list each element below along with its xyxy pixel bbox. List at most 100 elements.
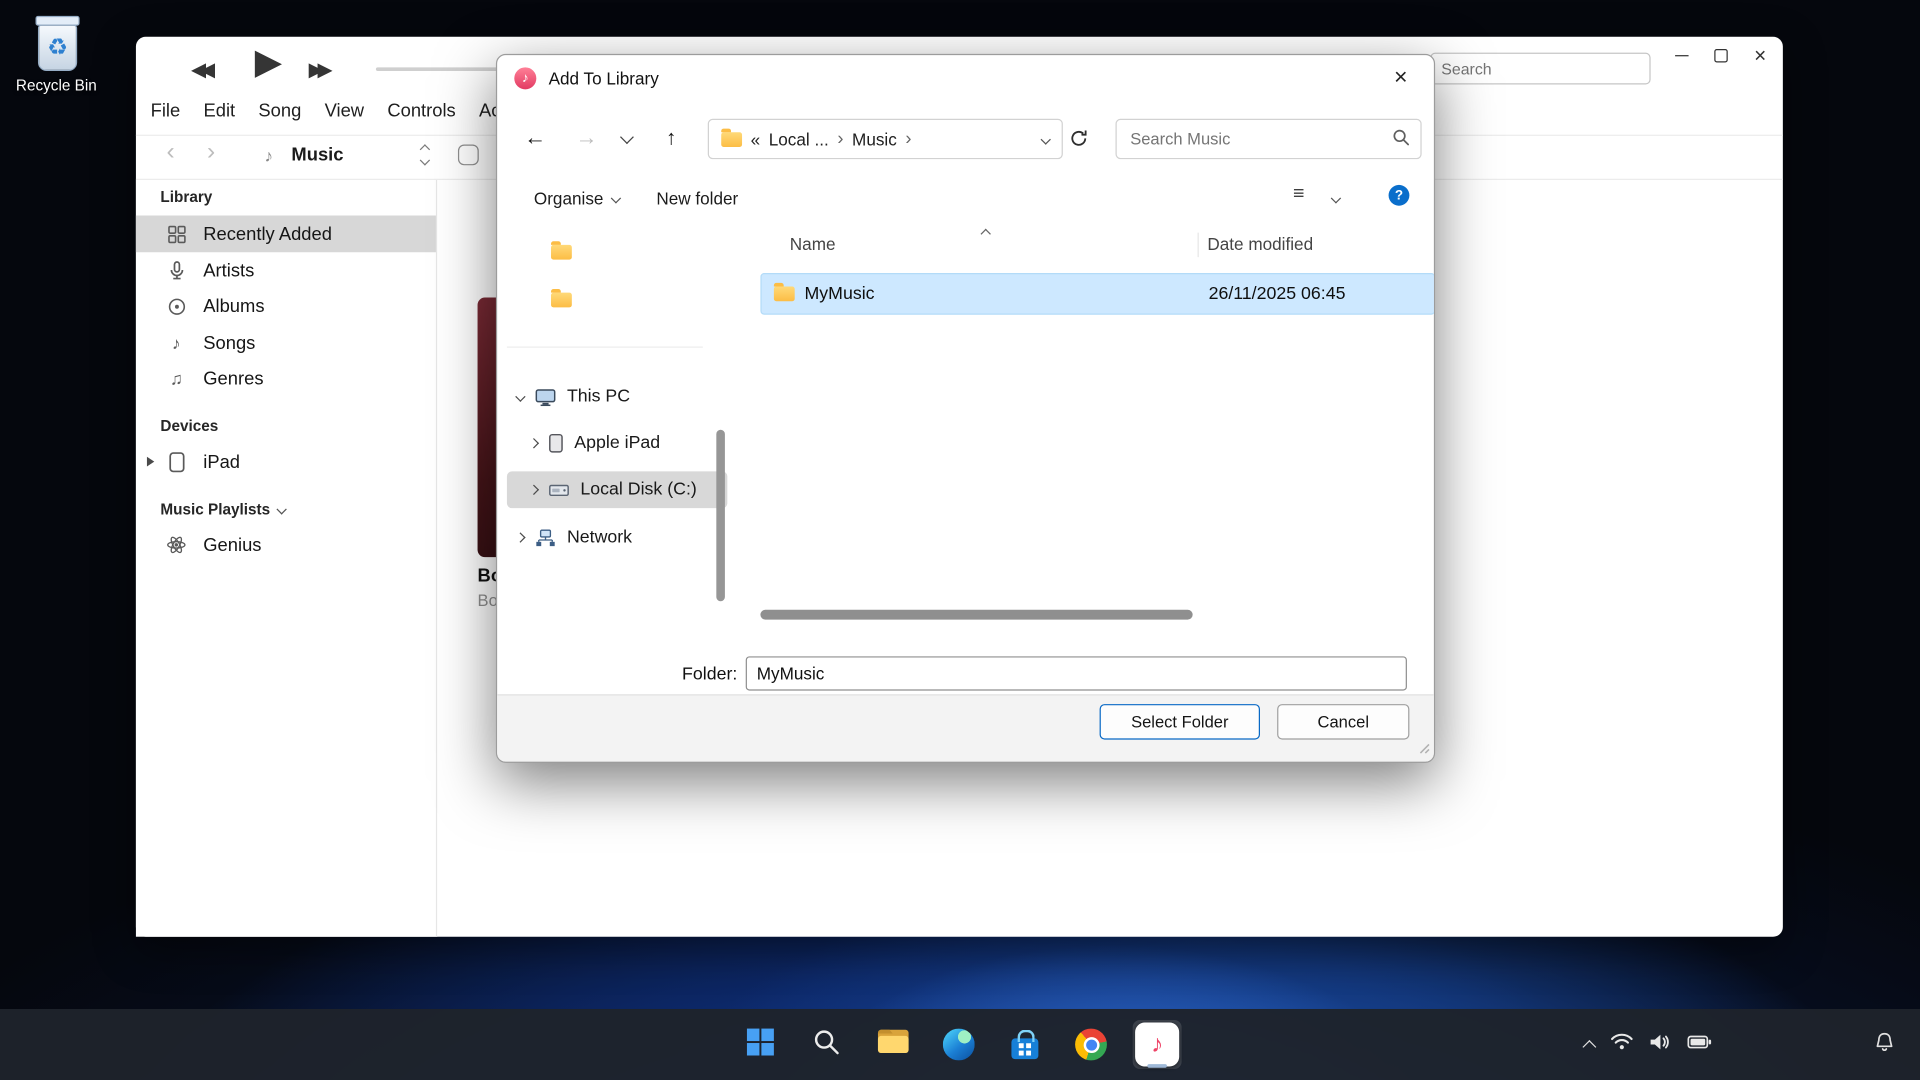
windows-logo-icon xyxy=(746,1027,775,1063)
new-folder-label: New folder xyxy=(656,189,738,209)
sidebar-item-ipad[interactable]: iPad xyxy=(136,443,436,480)
address-bar[interactable]: « Local ... › Music › xyxy=(708,119,1063,159)
playlists-heading: Music Playlists xyxy=(160,501,284,518)
battery-icon[interactable] xyxy=(1687,1033,1711,1055)
dialog-search-box[interactable] xyxy=(1116,119,1422,159)
dialog-search-input[interactable] xyxy=(1128,129,1392,150)
nav-forward-icon[interactable]: › xyxy=(207,138,215,166)
column-header-date-modified[interactable]: Date modified xyxy=(1207,234,1313,254)
itunes-sidebar: Library Recently Added Artists Albums xyxy=(136,180,437,937)
chevron-right-icon[interactable] xyxy=(515,532,525,542)
file-row-mymusic[interactable]: MyMusic 26/11/2025 06:45 xyxy=(760,273,1435,315)
menu-edit[interactable]: Edit xyxy=(203,100,235,121)
menu-view[interactable]: View xyxy=(325,100,364,121)
refresh-icon[interactable] xyxy=(1069,129,1089,152)
file-explorer-icon xyxy=(876,1027,909,1061)
miniplayer-icon[interactable] xyxy=(458,144,479,165)
help-icon[interactable]: ? xyxy=(1389,185,1410,206)
forward-button[interactable]: ▶▶ xyxy=(309,58,333,82)
play-button[interactable]: ▶ xyxy=(255,40,282,83)
tree-item-this-pc[interactable]: This PC xyxy=(497,376,754,418)
system-tray xyxy=(1584,1009,1711,1080)
view-mode-chevron-icon[interactable] xyxy=(1331,193,1341,203)
back-arrow-icon[interactable]: ← xyxy=(524,125,546,151)
dialog-title: Add To Library xyxy=(549,69,659,89)
library-picker[interactable]: Music xyxy=(291,144,343,165)
pinned-folder-item[interactable] xyxy=(497,279,754,321)
sort-ascending-icon[interactable] xyxy=(981,229,991,239)
view-mode-icon[interactable]: ≡ xyxy=(1293,184,1304,206)
tree-vertical-scrollbar[interactable] xyxy=(716,430,725,601)
nav-back-icon[interactable]: ‹ xyxy=(167,138,175,166)
tray-chevron-up-icon[interactable] xyxy=(1582,1039,1596,1053)
resize-grip[interactable] xyxy=(1417,738,1430,758)
menu-controls[interactable]: Controls xyxy=(387,100,455,121)
wifi-icon[interactable] xyxy=(1610,1032,1633,1056)
notification-area[interactable] xyxy=(1873,1009,1895,1080)
recycle-bin-desktop-icon[interactable]: ♻ Recycle Bin xyxy=(10,15,103,95)
pinned-folder-item[interactable] xyxy=(497,231,754,273)
microsoft-store-button[interactable] xyxy=(1000,1020,1049,1069)
search-icon xyxy=(1392,129,1409,150)
volume-icon[interactable] xyxy=(1649,1033,1671,1056)
folder-name-input[interactable] xyxy=(746,656,1407,690)
select-folder-button[interactable]: Select Folder xyxy=(1100,704,1260,740)
new-folder-button[interactable]: New folder xyxy=(656,189,738,209)
chrome-button[interactable] xyxy=(1067,1020,1116,1069)
tree-separator xyxy=(507,347,703,348)
cancel-button[interactable]: Cancel xyxy=(1277,704,1409,740)
dialog-nav-toolbar: ← → ↑ « Local ... › Music › xyxy=(497,102,1434,171)
sidebar-item-albums[interactable]: Albums xyxy=(136,288,436,325)
column-divider[interactable] xyxy=(1198,233,1199,257)
list-header: Name Date modified xyxy=(760,227,1435,264)
folder-field-label: Folder: xyxy=(682,665,737,685)
dialog-command-bar: Organise New folder ≡ ? xyxy=(497,173,1434,224)
sidebar-item-songs[interactable]: ♪ Songs xyxy=(136,324,436,361)
genius-atom-icon xyxy=(163,535,190,555)
sidebar-item-artists[interactable]: Artists xyxy=(136,252,436,289)
list-horizontal-scrollbar[interactable] xyxy=(760,610,1192,620)
column-header-name[interactable]: Name xyxy=(790,234,836,254)
picker-spinner-icon[interactable] xyxy=(421,146,428,164)
taskbar: ♪ xyxy=(0,1009,1920,1080)
forward-arrow-icon[interactable]: → xyxy=(576,125,598,151)
rewind-button[interactable]: ◀◀ xyxy=(191,58,215,82)
address-dropdown-chevron-icon[interactable] xyxy=(1041,134,1051,144)
menu-file[interactable]: File xyxy=(151,100,181,121)
start-button[interactable] xyxy=(736,1020,785,1069)
song-note-icon: ♪ xyxy=(163,333,190,353)
itunes-search-input[interactable] xyxy=(1430,53,1650,85)
edge-button[interactable] xyxy=(934,1020,983,1069)
chevron-right-icon[interactable] xyxy=(529,438,539,448)
menu-song[interactable]: Song xyxy=(258,100,301,121)
up-arrow-icon[interactable]: ↑ xyxy=(666,126,676,150)
recycle-bin-icon: ♻ xyxy=(32,15,81,74)
microsoft-store-icon xyxy=(1011,1038,1038,1059)
organise-button[interactable]: Organise xyxy=(534,189,619,209)
file-explorer-button[interactable] xyxy=(868,1020,917,1069)
itunes-taskbar-button[interactable]: ♪ xyxy=(1133,1020,1182,1069)
dialog-close-icon[interactable]: × xyxy=(1385,64,1417,93)
music-note-glyph: ♪ xyxy=(1151,1030,1163,1058)
folder-icon xyxy=(721,132,742,147)
organise-label: Organise xyxy=(534,189,604,209)
chevron-down-icon[interactable] xyxy=(515,392,525,402)
dialog-titlebar[interactable]: ♪ Add To Library × xyxy=(497,55,1434,102)
sidebar-item-genres[interactable]: ♫ Genres xyxy=(136,360,436,397)
close-button[interactable]: × xyxy=(1750,45,1771,66)
taskbar-search-button[interactable] xyxy=(802,1020,851,1069)
recycle-bin-label: Recycle Bin xyxy=(10,77,103,94)
breadcrumb-item-local[interactable]: Local ... xyxy=(769,129,829,149)
maximize-button[interactable] xyxy=(1711,45,1732,66)
sidebar-item-recently-added[interactable]: Recently Added xyxy=(136,216,436,253)
minimize-button[interactable] xyxy=(1671,45,1692,66)
chevron-down-icon[interactable] xyxy=(276,504,286,514)
recent-locations-chevron-icon[interactable] xyxy=(620,130,634,144)
this-pc-icon xyxy=(535,388,556,406)
taskbar-apps: ♪ xyxy=(736,1020,1182,1069)
sidebar-item-genius[interactable]: Genius xyxy=(136,527,436,564)
disk-drive-icon xyxy=(549,482,570,498)
expand-caret-icon[interactable] xyxy=(147,457,154,467)
breadcrumb-item-music[interactable]: Music xyxy=(852,129,897,149)
breadcrumb-overflow[interactable]: « xyxy=(751,129,761,149)
